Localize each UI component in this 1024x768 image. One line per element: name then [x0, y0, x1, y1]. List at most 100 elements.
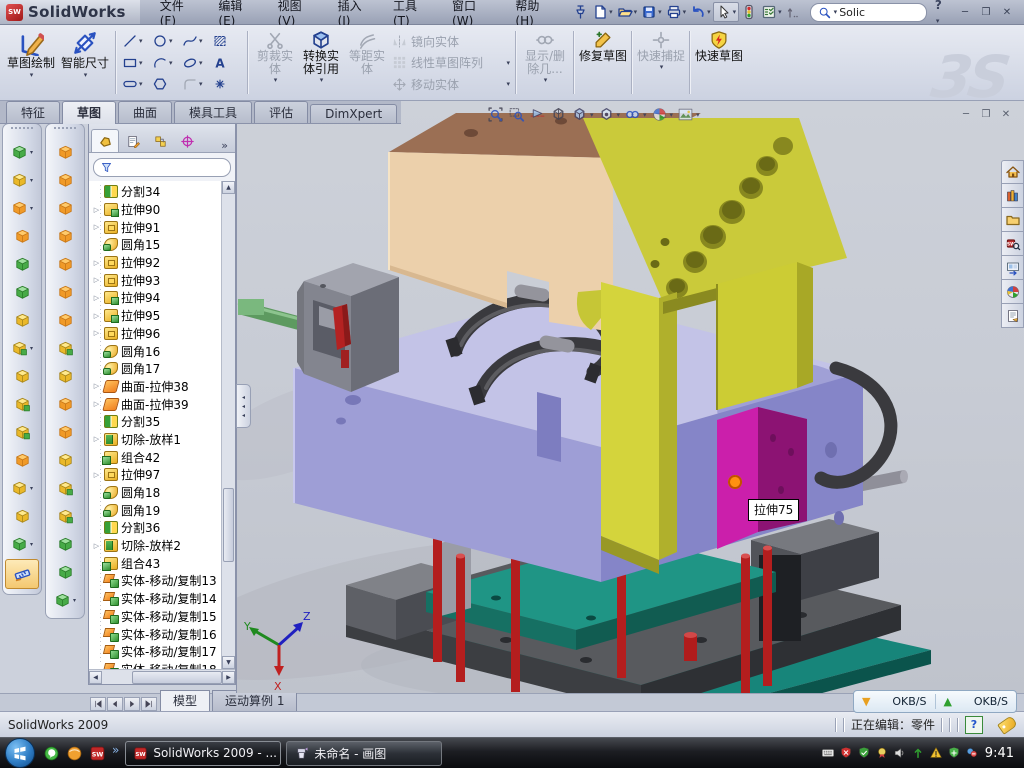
dropdown-caret-icon[interactable]: ▾ — [590, 111, 594, 119]
dropdown-caret-icon[interactable]: ▾ — [30, 71, 34, 79]
tab-DimXpert[interactable]: DimXpert — [310, 104, 397, 123]
tree-item-圆角18[interactable]: 圆角18 — [89, 484, 222, 502]
dropdown-caret-icon[interactable]: ▾ — [544, 76, 548, 84]
dropdown-caret-icon[interactable]: ▾ — [30, 345, 33, 352]
zoom-fit-button[interactable] — [487, 106, 504, 123]
arc-button[interactable]: ▾ — [152, 55, 182, 71]
ellipse-button[interactable]: ▾ — [182, 55, 212, 71]
tray-upload[interactable] — [911, 746, 925, 760]
tree-horizontal-scrollbar[interactable]: ◀ ▶ — [89, 669, 235, 684]
start-button[interactable] — [5, 738, 35, 768]
edit-appearance-button[interactable]: ▾ — [651, 106, 674, 123]
dropdown-caret-icon[interactable]: ▾ — [30, 149, 33, 156]
tray-users[interactable] — [965, 746, 979, 760]
doc-minimize-button[interactable]: ─ — [958, 108, 974, 121]
tray-speaker[interactable] — [893, 746, 907, 760]
tab-特征[interactable]: 特征 — [6, 101, 60, 123]
智能尺寸-button[interactable]: 智能尺寸▾ — [58, 27, 112, 98]
shell-button[interactable] — [3, 250, 41, 278]
tree-item-组合42[interactable]: 组合42 — [89, 448, 222, 466]
tree-item-实体-移动/复制13[interactable]: 实体-移动/复制13 — [89, 572, 222, 590]
exploded-mold-assembly-model[interactable]: Y Z X — [237, 101, 1024, 693]
dropdown-caret-icon[interactable]: ▾ — [707, 8, 711, 16]
expander-icon[interactable]: ▷ — [92, 259, 101, 267]
tree-item-拉伸90[interactable]: ▷拉伸90 — [89, 201, 222, 219]
view-orientation-button[interactable] — [550, 106, 567, 123]
修复草图-button[interactable]: 修复草图 — [578, 27, 628, 98]
tag-icon[interactable] — [997, 715, 1018, 735]
parting-surface-button[interactable] — [46, 278, 84, 306]
scroll-up-button[interactable]: ▲ — [222, 181, 235, 194]
dropdown-caret-icon[interactable]: ▾ — [199, 59, 203, 67]
task-pane-file-explorer-button[interactable] — [1001, 208, 1024, 232]
task-pane-appearances-button[interactable] — [1001, 280, 1024, 304]
section-view-button[interactable] — [529, 106, 546, 123]
快速草图-button[interactable]: 快速草图 — [694, 27, 744, 98]
manager-tab-overflow[interactable]: » — [216, 139, 233, 152]
dropdown-caret-icon[interactable]: ▾ — [169, 37, 173, 45]
boss-tool-button[interactable] — [46, 558, 84, 586]
core-button[interactable] — [46, 362, 84, 390]
open-file-button[interactable]: ▾ — [615, 3, 640, 21]
tree-filter-input[interactable] — [93, 158, 231, 177]
quick-launch-overflow[interactable]: » — [112, 743, 119, 757]
tray-shield-plus[interactable] — [947, 746, 961, 760]
tree-item-拉伸92[interactable]: ▷拉伸92 — [89, 254, 222, 272]
expander-icon[interactable]: ▷ — [92, 312, 101, 320]
tree-item-拉伸97[interactable]: ▷拉伸97 — [89, 466, 222, 484]
zoom-area-button[interactable] — [508, 106, 525, 123]
new-file-button[interactable]: ▾ — [590, 3, 615, 21]
display-style-button[interactable]: ▾ — [571, 106, 594, 123]
tree-item-圆角15[interactable]: 圆角15 — [89, 236, 222, 254]
dropdown-caret-icon[interactable]: ▾ — [696, 111, 700, 119]
spline-button[interactable]: ▾ — [182, 33, 212, 49]
help-button[interactable]: ?▾ — [935, 0, 946, 26]
doc-close-button[interactable]: ✕ — [998, 108, 1014, 121]
draft-button[interactable] — [3, 278, 41, 306]
dropdown-caret-icon[interactable]: ▾ — [683, 8, 687, 16]
rib-button[interactable] — [3, 362, 41, 390]
delete-body-button[interactable] — [3, 502, 41, 530]
spline-tool-button[interactable]: ▾ — [46, 586, 84, 614]
tree-item-圆角19[interactable]: 圆角19 — [89, 501, 222, 519]
tree-item-圆角17[interactable]: 圆角17 — [89, 360, 222, 378]
quick-launch-messenger[interactable] — [43, 745, 60, 762]
manager-tab-propertymanager[interactable] — [120, 130, 146, 152]
expander-icon[interactable]: ▷ — [92, 435, 101, 443]
scale-button[interactable] — [46, 474, 84, 502]
dropdown-caret-icon[interactable]: ▾ — [199, 37, 203, 45]
tray-shield-green[interactable] — [857, 746, 871, 760]
quick-launch-sphere[interactable] — [66, 745, 83, 762]
restore-button[interactable]: ❒ — [977, 5, 995, 20]
dropdown-caret-icon[interactable]: ▾ — [199, 80, 203, 88]
draft-analysis-button[interactable] — [46, 166, 84, 194]
point-button[interactable] — [212, 76, 242, 92]
dropdown-caret-icon[interactable]: ▾ — [30, 485, 33, 492]
circle-button[interactable]: ▾ — [152, 33, 182, 49]
line-button[interactable]: ▾ — [122, 33, 152, 49]
manager-tab-featuremanager[interactable] — [91, 129, 119, 152]
network-speed-widget[interactable]: ▼ OKB/S ▲ OKB/S — [853, 690, 1017, 713]
tree-item-曲面-拉伸39[interactable]: ▷曲面-拉伸39 — [89, 395, 222, 413]
tree-item-拉伸93[interactable]: ▷拉伸93 — [89, 271, 222, 289]
dropdown-caret-icon[interactable]: ▾ — [733, 8, 737, 16]
tray-shield-red[interactable] — [839, 746, 853, 760]
tree-item-拉伸95[interactable]: ▷拉伸95 — [89, 307, 222, 325]
design-checker-button[interactable]: ▾ — [759, 3, 784, 21]
search-box[interactable]: ▾ Solic — [810, 3, 927, 22]
select-cursor-button[interactable]: ▾ — [713, 2, 740, 22]
polygon-button[interactable] — [152, 76, 182, 92]
dropdown-caret-icon[interactable]: ▾ — [84, 71, 88, 79]
undercut-analysis-button[interactable] — [46, 194, 84, 222]
expander-icon[interactable]: ▷ — [92, 382, 101, 390]
dropdown-caret-icon[interactable]: ▾ — [609, 8, 613, 16]
dropdown-caret-icon[interactable]: ▾ — [169, 59, 173, 67]
manager-tab-dimxpertmanager[interactable] — [174, 130, 200, 152]
last-tab-button[interactable] — [141, 697, 157, 711]
tree-item-拉伸91[interactable]: ▷拉伸91 — [89, 218, 222, 236]
转换实体引用-button[interactable]: 转换实体引用▾ — [298, 27, 344, 98]
flex-button[interactable] — [3, 222, 41, 250]
doc-restore-button[interactable]: ❒ — [978, 108, 994, 121]
fillet-button[interactable]: ▾ — [3, 194, 41, 222]
text-a-button[interactable]: A — [212, 55, 242, 71]
